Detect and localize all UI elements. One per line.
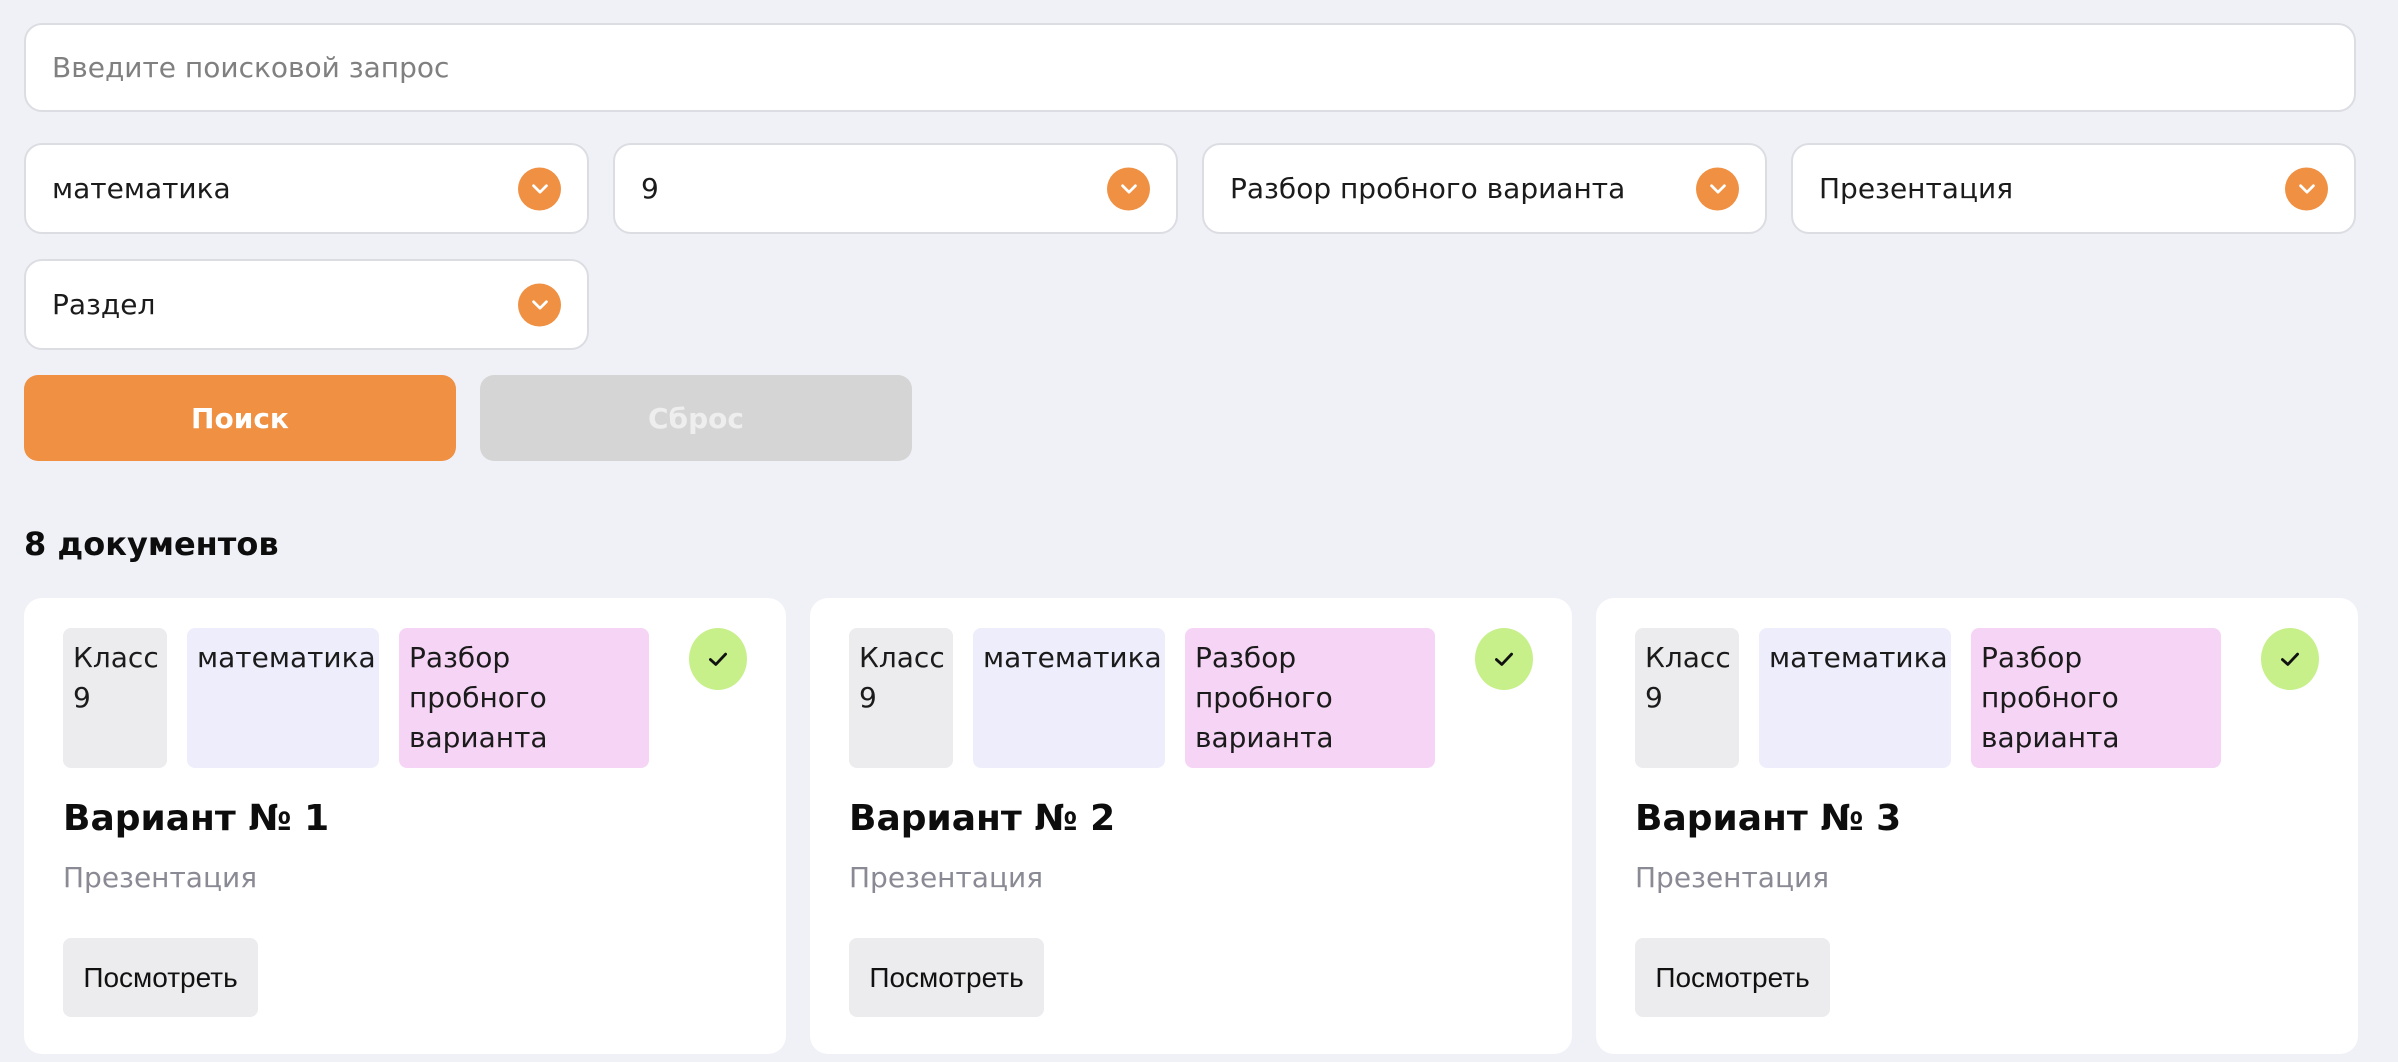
document-card: Класс 9 математика Разбор пробного вариа… <box>810 598 1572 1054</box>
grade-select-value: 9 <box>641 172 659 205</box>
format-select-value: Презентация <box>1819 172 2014 205</box>
check-icon <box>1474 628 1533 690</box>
type-tag: Разбор пробного варианта <box>1971 628 2221 768</box>
reset-button[interactable]: Сброс <box>480 375 912 461</box>
chevron-down-icon <box>518 167 561 210</box>
material-type-select[interactable]: Разбор пробного варианта <box>1202 143 1767 234</box>
card-title: Вариант № 1 <box>63 798 330 839</box>
card-title: Вариант № 3 <box>1635 798 1902 839</box>
grade-tag: Класс 9 <box>849 628 953 768</box>
format-select[interactable]: Презентация <box>1791 143 2356 234</box>
subject-select[interactable]: математика <box>24 143 589 234</box>
view-button[interactable]: Посмотреть <box>63 938 258 1017</box>
chevron-down-icon <box>518 283 561 326</box>
view-button[interactable]: Посмотреть <box>1635 938 1830 1017</box>
subject-tag: математика <box>1759 628 1951 768</box>
search-input[interactable] <box>24 23 2356 112</box>
check-icon <box>2260 628 2319 690</box>
search-button[interactable]: Поиск <box>24 375 456 461</box>
grade-tag: Класс 9 <box>1635 628 1739 768</box>
page: математика 9 Разбор пробного варианта Пр… <box>0 0 2398 1062</box>
section-select-value: Раздел <box>52 288 156 321</box>
card-format: Презентация <box>63 861 258 894</box>
chevron-down-icon <box>1696 167 1739 210</box>
subject-select-value: математика <box>52 172 231 205</box>
subject-tag: математика <box>187 628 379 768</box>
card-format: Презентация <box>849 861 1044 894</box>
material-type-select-value: Разбор пробного варианта <box>1230 172 1626 205</box>
document-cards: Класс 9 математика Разбор пробного вариа… <box>24 598 2374 1054</box>
grade-tag: Класс 9 <box>63 628 167 768</box>
action-buttons: Поиск Сброс <box>24 375 2374 461</box>
section-select[interactable]: Раздел <box>24 259 589 350</box>
view-button[interactable]: Посмотреть <box>849 938 1044 1017</box>
card-title: Вариант № 2 <box>849 798 1116 839</box>
card-tags: Класс 9 математика Разбор пробного вариа… <box>63 628 747 768</box>
card-tags: Класс 9 математика Разбор пробного вариа… <box>1635 628 2319 768</box>
check-icon <box>688 628 747 690</box>
chevron-down-icon <box>1107 167 1150 210</box>
grade-select[interactable]: 9 <box>613 143 1178 234</box>
type-tag: Разбор пробного варианта <box>399 628 649 768</box>
results-count: 8 документов <box>24 525 279 563</box>
subject-tag: математика <box>973 628 1165 768</box>
filters: математика 9 Разбор пробного варианта Пр… <box>24 143 2374 350</box>
type-tag: Разбор пробного варианта <box>1185 628 1435 768</box>
document-card: Класс 9 математика Разбор пробного вариа… <box>24 598 786 1054</box>
document-card: Класс 9 математика Разбор пробного вариа… <box>1596 598 2358 1054</box>
card-tags: Класс 9 математика Разбор пробного вариа… <box>849 628 1533 768</box>
card-format: Презентация <box>1635 861 1830 894</box>
chevron-down-icon <box>2285 167 2328 210</box>
